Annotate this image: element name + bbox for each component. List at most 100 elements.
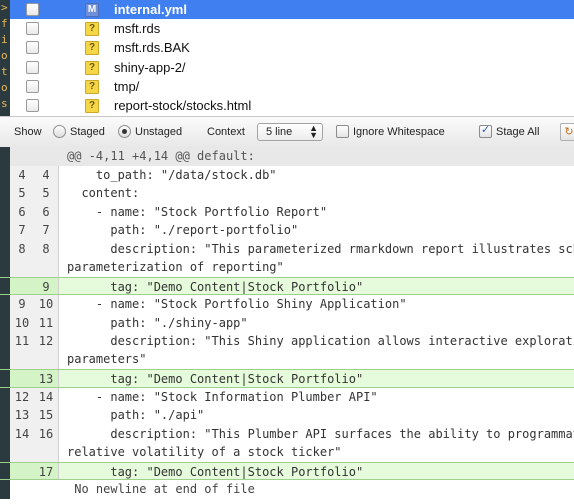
new-line-number: 10 — [34, 295, 59, 314]
old-line-number — [10, 462, 35, 479]
diff-line-text-wrapped: parameters" — [67, 352, 147, 366]
context-label: Context — [207, 126, 245, 138]
diff-context-line[interactable]: 10 11 path: "./shiny-app" — [0, 313, 574, 332]
file-name: msft.rds — [114, 21, 161, 37]
diff-line-text: description: "This Shiny application all… — [67, 334, 574, 348]
diff-context-line[interactable]: 55 content: — [0, 184, 574, 203]
diff-line-text: description: "This parameterized rmarkdo… — [67, 241, 574, 256]
ignore-whitespace-label[interactable]: Ignore Whitespace — [353, 126, 445, 138]
diff-line-text: - name: "Stock Portfolio Report" — [67, 204, 328, 219]
file-name: internal.yml — [114, 2, 187, 17]
context-select-value: 5 line — [266, 126, 293, 138]
diff-line-text: content: — [67, 186, 140, 200]
stage-file-checkbox[interactable] — [26, 60, 39, 74]
new-line-number: 15 — [34, 406, 59, 425]
diff-context-line[interactable]: 88 description: "This parameterized rmar… — [0, 239, 574, 277]
gutter-char: s — [1, 97, 8, 110]
diff-added-line[interactable]: 9 tag: "Demo Content|Stock Portfolio" — [0, 276, 574, 295]
diff-line-text: path: "./report-portfolio" — [67, 223, 299, 237]
file-row[interactable]: ? msft.rds.BAK — [10, 38, 574, 57]
stage-file-checkbox[interactable] — [26, 3, 39, 16]
old-line-number: 11 — [10, 332, 35, 369]
refresh-button[interactable]: ↻ — [560, 123, 574, 141]
file-name: tmp/ — [114, 78, 140, 94]
new-line-number: 13 — [34, 370, 59, 387]
unstaged-label[interactable]: Unstaged — [135, 126, 182, 138]
staged-label[interactable]: Staged — [70, 126, 105, 138]
diff-added-line[interactable]: 17 tag: "Demo Content|Stock Portfolio" — [0, 461, 574, 480]
diff-line-text: description: "This Plumber API surfaces … — [67, 426, 574, 441]
new-line-number: 14 — [34, 387, 59, 406]
diff-line-text: - name: "Stock Portfolio Shiny Applicati… — [67, 297, 407, 311]
diff-added-line[interactable]: 13 tag: "Demo Content|Stock Portfolio" — [0, 369, 574, 388]
old-line-number: 7 — [10, 221, 35, 240]
old-line-number: 14 — [10, 424, 35, 462]
changed-files-list: Minternal.yml? msft.rds? msft.rds.BAK? shin… — [10, 0, 574, 116]
old-line-number: 13 — [10, 406, 35, 425]
refresh-icon: ↻ — [564, 126, 574, 138]
new-line-number: 11 — [34, 313, 59, 332]
diff-context-line[interactable]: 44 to_path: "/data/stock.db" — [0, 165, 574, 184]
old-line-number — [10, 370, 35, 387]
file-name: report-stock/stocks.html — [114, 98, 252, 113]
untracked-status-icon: ? — [85, 22, 99, 37]
stage-file-checkbox[interactable] — [26, 99, 39, 112]
diff-line-text: to_path: "/data/stock.db" — [67, 167, 277, 182]
file-row[interactable]: ? tmp/ — [10, 77, 574, 96]
file-name: msft.rds.BAK — [114, 40, 190, 56]
file-row[interactable]: Minternal.yml — [10, 0, 574, 19]
new-line-number: 12 — [34, 332, 59, 369]
new-line-number: 8 — [34, 239, 59, 277]
new-line-number: 4 — [34, 165, 59, 184]
gutter-char: f — [1, 17, 8, 30]
diff-context-line[interactable]: 12 14 - name: "Stock Information Plumber … — [0, 387, 574, 406]
stage-file-checkbox[interactable] — [26, 22, 39, 36]
diff-context-line[interactable]: 9 10 - name: "Stock Portfolio Shiny Appli… — [0, 295, 574, 314]
new-line-number: 9 — [34, 277, 59, 294]
untracked-status-icon: ? — [85, 79, 99, 94]
stage-file-checkbox[interactable] — [26, 41, 39, 55]
show-label: Show — [14, 126, 42, 138]
diff-line-text: tag: "Demo Content|Stock Portfolio" — [67, 372, 364, 386]
file-row[interactable]: ? shiny-app-2/ — [10, 58, 574, 77]
context-select[interactable]: 5 line ▲ ▼ — [257, 123, 323, 141]
diff-context-line[interactable]: 13 15 path: "./api" — [0, 406, 574, 425]
gutter-char: o — [1, 49, 8, 62]
diff-view: @@ -4,11 +4,14 @@ default: 44 to_path: "… — [0, 147, 574, 504]
file-row[interactable]: ? msft.rds — [10, 19, 574, 38]
old-line-number: 9 — [10, 295, 35, 314]
file-name: shiny-app-2/ — [114, 59, 186, 75]
modified-status-icon: M — [85, 3, 99, 17]
new-line-number: 16 — [34, 424, 59, 462]
untracked-status-icon: ? — [85, 41, 99, 56]
file-row[interactable]: ? report-stock/stocks.html — [10, 96, 574, 115]
hunk-header: @@ -4,11 +4,14 @@ default: — [0, 147, 574, 166]
old-line-number: 10 — [10, 313, 35, 332]
old-line-number: 8 — [10, 239, 35, 277]
diff-line-text: path: "./api" — [67, 408, 205, 422]
diff-context-line[interactable]: 14 16 description: "This Plumber API surf… — [0, 424, 574, 462]
checkmark-icon: ✓ — [481, 124, 491, 136]
stage-all-label[interactable]: Stage All — [496, 126, 539, 138]
diff-line-text: path: "./shiny-app" — [67, 315, 248, 330]
diff-context-line[interactable]: 66 - name: "Stock Portfolio Report" — [0, 202, 574, 221]
new-line-number: 5 — [34, 184, 59, 203]
new-line-number: 17 — [34, 462, 59, 479]
old-line-number: 4 — [10, 165, 35, 184]
staged-radio[interactable] — [53, 125, 66, 138]
no-newline-notice: No newline at end of file — [0, 480, 574, 499]
unstaged-radio[interactable] — [118, 125, 131, 138]
diff-context-line[interactable]: 11 12 description: "This Shiny applicatio… — [0, 332, 574, 369]
gutter-char: > — [1, 1, 8, 14]
diff-line-text-wrapped: relative volatility of a stock ticker" — [67, 444, 342, 459]
diff-context-line[interactable]: 77 path: "./report-portfolio" — [0, 221, 574, 240]
ignore-whitespace-checkbox[interactable] — [336, 125, 349, 138]
stage-all-checkbox[interactable]: ✓ — [479, 124, 492, 138]
gutter-char: o — [1, 81, 8, 94]
diff-toolbar: Show Staged Unstaged Context 5 line ▲ ▼ I… — [0, 116, 574, 148]
stage-file-checkbox[interactable] — [26, 79, 39, 93]
gutter-char: t — [1, 65, 8, 78]
new-line-number: 6 — [34, 202, 59, 221]
untracked-status-icon: ? — [85, 99, 99, 113]
diff-line-text: tag: "Demo Content|Stock Portfolio" — [67, 279, 364, 294]
